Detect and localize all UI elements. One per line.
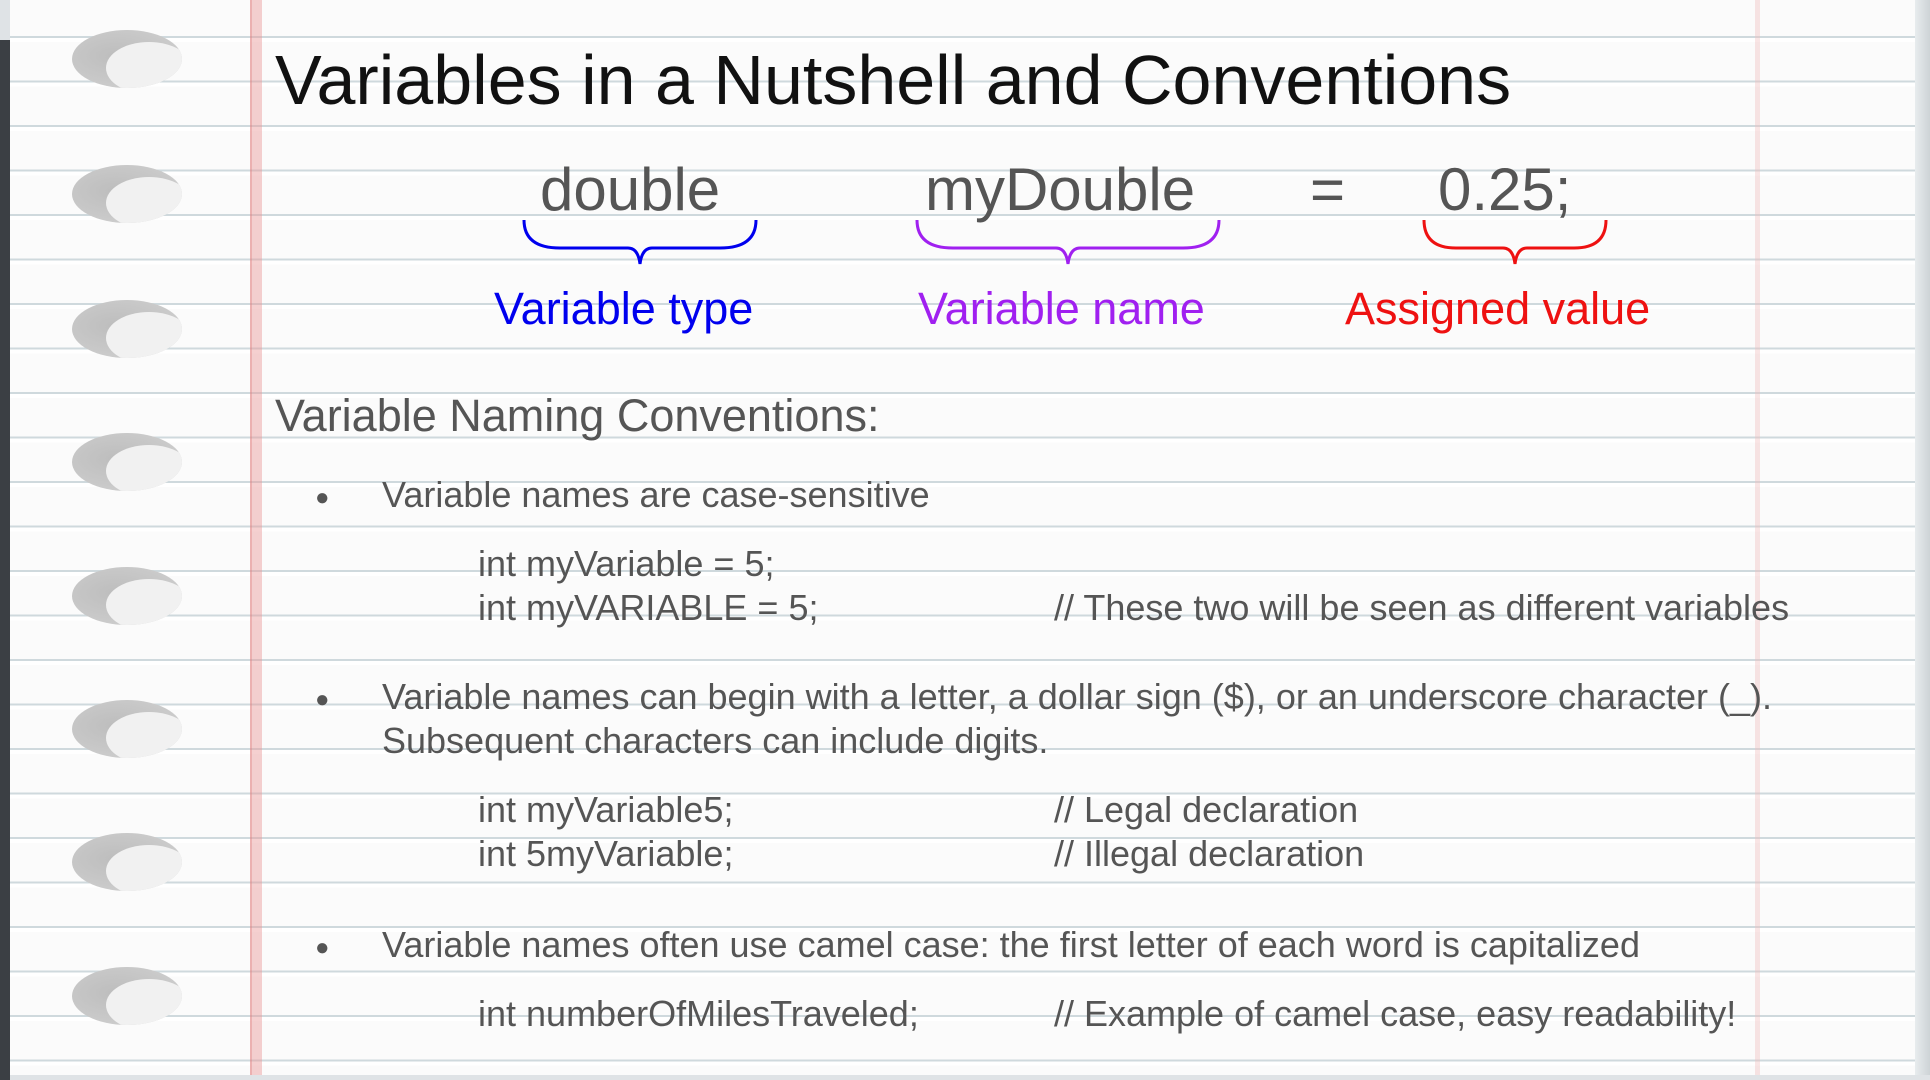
section-heading: Variable Naming Conventions:: [275, 390, 880, 441]
binder-hole: [72, 30, 182, 88]
variable-name-caption: Variable name: [918, 283, 1205, 334]
code-line: int 5myVariable;: [478, 833, 734, 874]
type-brace-icon: [522, 219, 758, 265]
binder-hole: [72, 567, 182, 625]
binder-hole: [72, 165, 182, 223]
syntax-name-token: myDouble: [925, 156, 1196, 223]
code-comment: // These two will be seen as different v…: [1054, 587, 1790, 628]
name-brace-icon: [915, 219, 1221, 265]
code-line: int myVariable5;: [478, 789, 734, 830]
binder-hole: [72, 700, 182, 758]
code-comment: // Illegal declaration: [1054, 833, 1365, 874]
slide-right-edge: [1915, 0, 1930, 1075]
window-edge-strip: [0, 40, 10, 1080]
rule-text: Variable names can begin with a letter, …: [382, 676, 1773, 717]
binder-hole: [72, 300, 182, 358]
code-line: int numberOfMilesTraveled;: [478, 993, 919, 1034]
assigned-value-caption: Assigned value: [1345, 283, 1651, 334]
syntax-type-token: double: [540, 156, 721, 223]
variable-type-caption: Variable type: [494, 283, 754, 334]
rule-text: Variable names often use camel case: the…: [382, 924, 1640, 965]
rule-text-continued: Subsequent characters can include digits…: [382, 720, 1049, 761]
bullet-icon: ●: [315, 686, 330, 713]
margin-line-left: [250, 0, 262, 1075]
margin-line-right: [1755, 0, 1760, 1075]
code-comment: // Legal declaration: [1054, 789, 1359, 830]
binder-hole: [72, 433, 182, 491]
page-title: Variables in a Nutshell and Conventions: [275, 41, 1512, 119]
syntax-value-token: 0.25;: [1438, 156, 1572, 223]
notebook-slide: Variables in a Nutshell and Conventions …: [10, 0, 1930, 1075]
binder-hole: [72, 833, 182, 891]
rule-text: Variable names are case-sensitive: [382, 474, 930, 515]
bullet-icon: ●: [315, 934, 330, 961]
bullet-icon: ●: [315, 484, 330, 511]
code-line: int myVariable = 5;: [478, 543, 775, 584]
code-comment: // Example of camel case, easy readabili…: [1054, 993, 1737, 1034]
binder-hole: [72, 967, 182, 1025]
syntax-equals-token: =: [1310, 156, 1346, 223]
value-brace-icon: [1422, 219, 1608, 265]
code-line: int myVARIABLE = 5;: [478, 587, 819, 628]
